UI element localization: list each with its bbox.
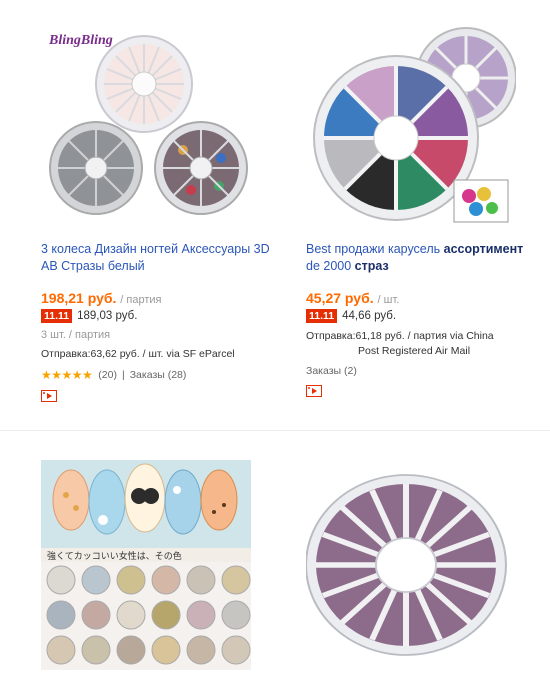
video-icon[interactable] bbox=[306, 385, 322, 397]
product-image[interactable] bbox=[306, 460, 516, 670]
rating-stars-icon: ★★★★★ bbox=[41, 368, 93, 382]
product-card[interactable]: BlingBling 3 колеса Дизайн ногтей Аксесс… bbox=[41, 18, 271, 402]
brand-logo: BlingBling bbox=[48, 33, 113, 48]
promo-price: 44,66 руб. bbox=[342, 310, 397, 322]
product-title[interactable]: 3 колеса Дизайн ногтей Аксессуары 3D AB … bbox=[41, 241, 271, 275]
svg-text:強くてカッコいい女性は、その色: 強くてカッコいい女性は、その色 bbox=[47, 550, 182, 561]
rating-row: ★★★★★ (20) | Заказы (28) bbox=[41, 368, 271, 382]
orders-link[interactable]: Заказы (2) bbox=[306, 365, 357, 377]
promo-badge: 11.11 bbox=[41, 309, 73, 323]
product-image[interactable] bbox=[306, 18, 516, 228]
row-divider bbox=[0, 430, 550, 431]
price-row: 45,27 руб. / шт. bbox=[306, 290, 536, 306]
promo-price: 189,03 руб. bbox=[77, 310, 138, 322]
product-card[interactable]: 強くてカッコいい女性は、その色 bbox=[41, 460, 271, 670]
product-card[interactable] bbox=[306, 460, 536, 670]
video-icon[interactable] bbox=[41, 390, 57, 402]
price-row: 198,21 руб. / партия bbox=[41, 290, 271, 306]
promo-badge: 11.11 bbox=[306, 309, 338, 323]
product-image[interactable]: 強くてカッコいい女性は、その色 bbox=[41, 460, 251, 670]
product-title[interactable]: Best продажи карусель ассортимент de 200… bbox=[306, 241, 536, 275]
separator: | bbox=[121, 369, 125, 381]
product-card[interactable]: Best продажи карусель ассортимент de 200… bbox=[306, 18, 536, 397]
price-unit: / партия bbox=[120, 294, 162, 306]
reviews-link[interactable]: (20) bbox=[98, 369, 117, 381]
lot-info: 3 шт. / партия bbox=[41, 329, 111, 341]
shipping-info: Отправка:63,62 руб. / шт. via SF eParcel bbox=[41, 348, 235, 360]
promo-row: 11.11 189,03 руб. bbox=[41, 309, 271, 323]
orders-link[interactable]: Заказы (28) bbox=[130, 369, 187, 381]
orders-row: Заказы (2) bbox=[306, 365, 536, 377]
shipping-info: Отправка:61,18 руб. / партия via China P… bbox=[306, 330, 494, 357]
product-price: 198,21 руб. bbox=[41, 290, 117, 306]
price-unit: / шт. bbox=[377, 294, 400, 306]
product-price: 45,27 руб. bbox=[306, 290, 374, 306]
promo-row: 11.11 44,66 руб. bbox=[306, 309, 536, 323]
product-image[interactable]: BlingBling bbox=[41, 18, 251, 228]
